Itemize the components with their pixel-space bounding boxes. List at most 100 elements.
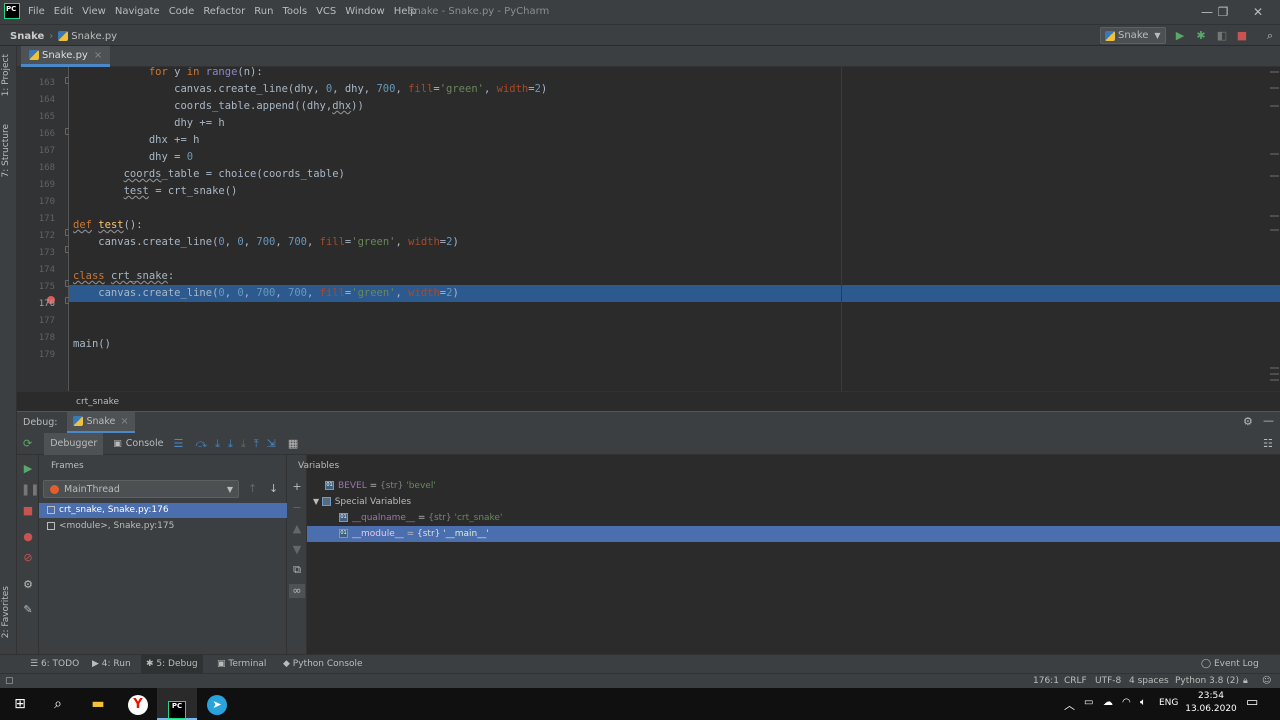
remove-watch-icon[interactable]: − (290, 501, 304, 515)
menu-item-view[interactable]: View (82, 0, 106, 24)
menu-item-run[interactable]: Run (254, 0, 273, 24)
maximize-button[interactable]: ❐ (1207, 0, 1239, 24)
breadcrumb-crt-snake[interactable]: crt_snake (76, 392, 119, 412)
tab-snake-py[interactable]: Snake.py × (21, 46, 111, 67)
tab-favorites[interactable]: 2: Favorites (1, 586, 11, 638)
variable-row[interactable]: 01 __qualname__ = {str} 'crt_snake' (307, 510, 1280, 526)
show-watches-icon[interactable]: ∞ (289, 584, 305, 598)
coverage-icon[interactable]: ◧ (1214, 28, 1230, 44)
rerun-icon[interactable]: ⟳ (23, 437, 32, 450)
network-icon[interactable]: ▭ (1084, 697, 1093, 708)
tab-debug-session[interactable]: Snake × (67, 411, 135, 434)
stop-icon[interactable]: ■ (21, 504, 35, 518)
telegram-icon[interactable]: ➤ (197, 688, 237, 720)
line-number: 176 (38, 299, 55, 309)
inspector-icon[interactable]: ☺︎ (1262, 674, 1271, 689)
menu-item-refactor[interactable]: Refactor (203, 0, 245, 24)
run-config-select[interactable]: Snake ▼ (1100, 27, 1166, 44)
interpreter[interactable]: Python 3.8 (2) (1175, 674, 1239, 689)
settings-icon[interactable]: ⚙ (21, 578, 35, 592)
tool-windows-bar: ☰ 6: TODO ▶ 4: Run ✱ 5: Debug ▣ Terminal… (0, 654, 1280, 674)
tab-todo[interactable]: ☰ 6: TODO (25, 655, 84, 674)
tab-terminal[interactable]: ▣ Terminal (212, 655, 271, 674)
frame-up-icon[interactable]: ↑ (248, 482, 257, 495)
menu-item-edit[interactable]: Edit (54, 0, 73, 24)
onedrive-icon[interactable]: ☁ (1103, 697, 1113, 708)
language-indicator[interactable]: ENG (1159, 698, 1178, 708)
step-into-my-code-icon[interactable]: ⤓ (228, 437, 233, 451)
copy-icon[interactable]: ⧉ (290, 563, 304, 577)
view-breakpoints-icon[interactable]: ● (21, 530, 35, 544)
caret-position[interactable]: 176:1 (1033, 674, 1059, 689)
variable-row[interactable]: 01 __module__ = {str} '__main__' (307, 526, 1280, 542)
file-encoding[interactable]: UTF-8 (1095, 674, 1121, 689)
editor-tab-bar: Snake.py × (17, 46, 1280, 67)
run-to-cursor-icon[interactable]: ⇲ (267, 437, 276, 450)
notifications-icon[interactable]: ▭ (1246, 695, 1258, 710)
lock-icon[interactable]: 🔒︎ (1243, 674, 1248, 689)
menu-item-vcs[interactable]: VCS (316, 0, 336, 24)
search-icon[interactable]: ⌕ (38, 688, 78, 720)
yandex-browser-icon[interactable]: Y (118, 688, 158, 720)
wifi-icon[interactable]: ◠ (1122, 697, 1131, 708)
layout-icon[interactable]: ☷ (1263, 437, 1273, 450)
variable-row[interactable]: 01 BEVEL = {str} 'bevel' (307, 478, 1280, 494)
event-log-button[interactable]: ◯ Event Log (1196, 655, 1264, 674)
force-step-into-icon[interactable]: ⤓ (241, 437, 246, 451)
debug-bug-icon[interactable]: ✱ (1193, 28, 1209, 44)
pin-icon[interactable]: ✎ (21, 603, 35, 617)
chevron-up-icon[interactable]: ︿ (1064, 697, 1075, 713)
clock-date: 13.06.2020 (1185, 704, 1237, 714)
toggle-tool-windows-icon[interactable]: ▢ (5, 674, 14, 689)
add-watch-icon[interactable]: + (290, 480, 304, 494)
frame-down-icon[interactable]: ↓ (269, 482, 278, 495)
stop-icon[interactable]: ■ (1234, 28, 1250, 44)
tab-debug[interactable]: ✱ 5: Debug (141, 655, 203, 674)
step-into-icon[interactable]: ⤓ (215, 437, 220, 451)
pycharm-taskbar-icon[interactable]: PC (157, 688, 197, 720)
evaluate-expression-icon[interactable]: ▦ (288, 437, 298, 450)
tab-console[interactable]: Console (126, 438, 164, 449)
hide-panel-icon[interactable]: — (1263, 414, 1274, 427)
search-icon[interactable]: ⌕ (1262, 28, 1278, 44)
file-explorer-icon[interactable]: ▬ (78, 688, 118, 720)
close-tab-icon[interactable]: × (94, 50, 102, 61)
variable-group-row[interactable]: ▼ Special Variables (307, 494, 1280, 510)
menu-item-navigate[interactable]: Navigate (115, 0, 160, 24)
move-up-icon[interactable]: ▲ (290, 522, 304, 536)
code-editor[interactable]: for y in range(n): canvas.create_line(dh… (69, 67, 1280, 391)
step-out-icon[interactable]: ⤒ (254, 437, 259, 451)
expand-arrow-icon[interactable]: ▼ (313, 497, 322, 506)
tab-debugger[interactable]: Debugger (44, 432, 104, 455)
menu-item-tools[interactable]: Tools (282, 0, 307, 24)
move-down-icon[interactable]: ▼ (290, 543, 304, 557)
menu-item-file[interactable]: File (28, 0, 45, 24)
editor-scrollbar[interactable] (1268, 67, 1280, 391)
menu-item-window[interactable]: Window (345, 0, 384, 24)
frame-row[interactable]: crt_snake, Snake.py:176 (39, 503, 287, 518)
tab-structure[interactable]: 7: Structure (1, 124, 11, 178)
start-windows-icon[interactable]: ⊞ (0, 688, 40, 720)
breadcrumb-file[interactable]: Snake.py (71, 31, 117, 42)
resume-icon[interactable]: ▶ (21, 462, 35, 476)
volume-icon[interactable]: 🔈︎ (1140, 697, 1146, 708)
gear-icon[interactable]: ⚙ (1243, 415, 1253, 428)
frame-row[interactable]: <module>, Snake.py:175 (39, 519, 287, 534)
pause-icon[interactable]: ❚❚ (21, 483, 39, 497)
tab-run[interactable]: ▶ 4: Run (87, 655, 136, 674)
thread-select[interactable]: MainThread ▼ (43, 480, 239, 498)
show-execution-point-icon[interactable]: ☰ (173, 437, 183, 450)
menu-item-code[interactable]: Code (169, 0, 195, 24)
run-icon[interactable]: ▶ (1172, 28, 1188, 44)
clock[interactable]: 23:54 13.06.2020 (1184, 690, 1238, 716)
breadcrumb-project[interactable]: Snake (10, 31, 44, 42)
tab-project[interactable]: 1: Project (1, 54, 11, 96)
mute-breakpoints-icon[interactable]: ⊘ (21, 551, 35, 565)
close-tab-icon[interactable]: × (120, 416, 128, 427)
tab-python-console[interactable]: ◆ Python Console (278, 655, 368, 674)
close-button[interactable]: ✕ (1242, 0, 1274, 24)
line-separator[interactable]: CRLF (1064, 674, 1087, 689)
event-log-label: Event Log (1213, 659, 1259, 669)
indent-setting[interactable]: 4 spaces (1129, 674, 1169, 689)
step-over-icon[interactable]: ⤼ (195, 437, 207, 451)
